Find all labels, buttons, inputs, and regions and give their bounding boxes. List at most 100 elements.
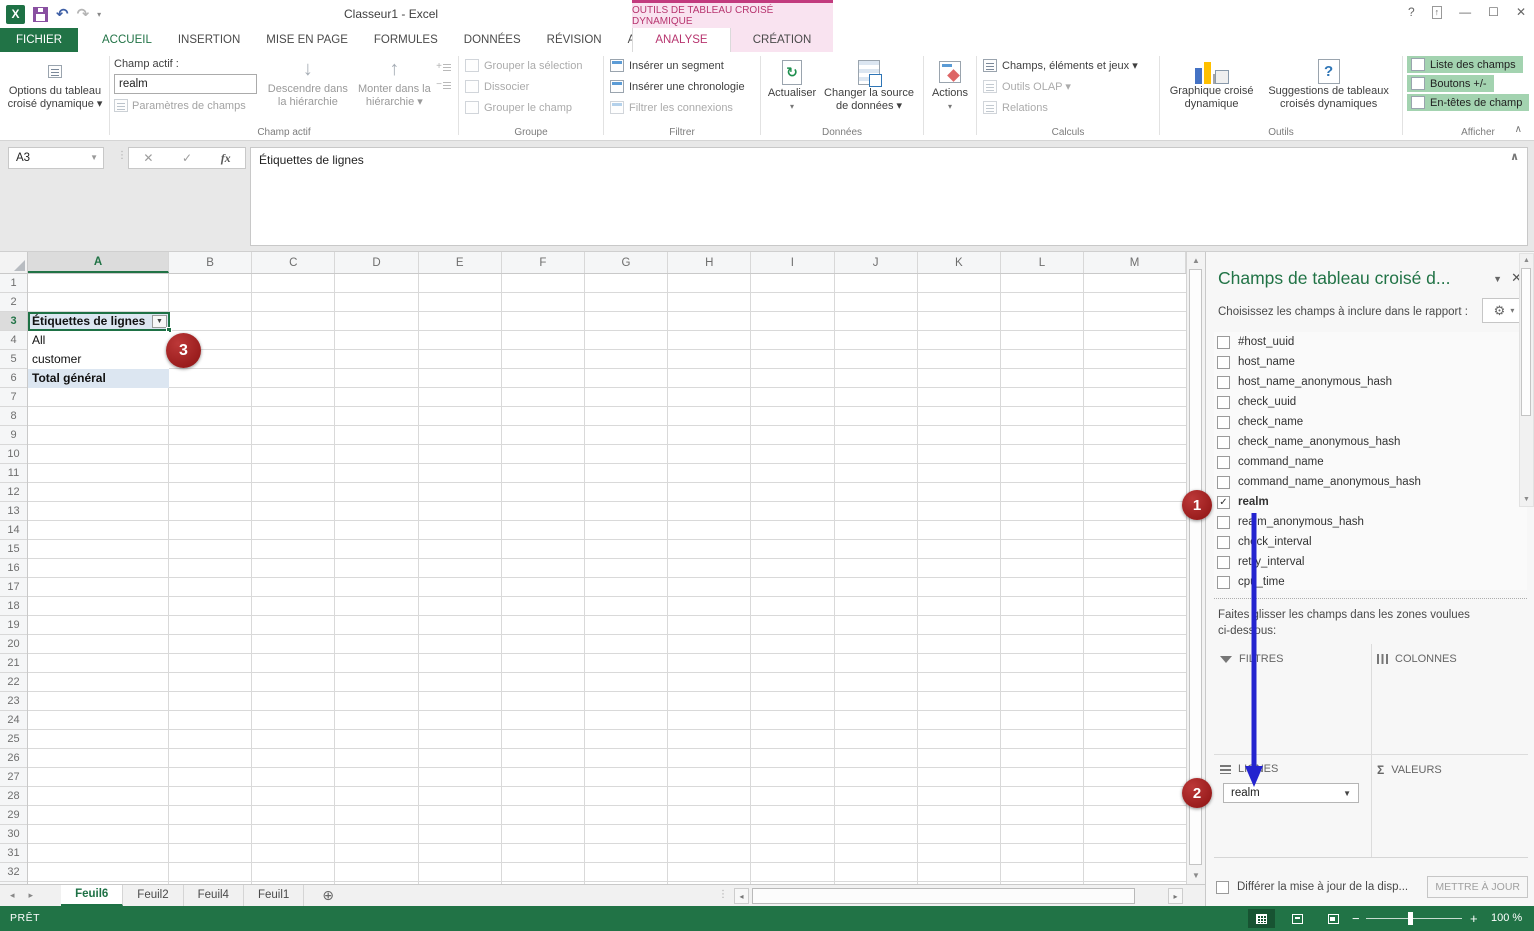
field-row[interactable]: check_name xyxy=(1214,412,1527,432)
columns-zone[interactable]: COLONNES xyxy=(1371,644,1528,754)
afficher-toggle[interactable]: Liste des champs xyxy=(1407,56,1523,73)
maximize-icon[interactable]: ☐ xyxy=(1488,5,1499,19)
row-header[interactable]: 20 xyxy=(0,635,27,654)
sheet-tab[interactable]: Feuil6 xyxy=(61,885,123,906)
field-checkbox[interactable] xyxy=(1217,576,1230,589)
field-row[interactable]: cpu_time xyxy=(1214,572,1527,590)
groupe-item[interactable]: Dissocier xyxy=(463,76,599,97)
tab-mise-en-page[interactable]: MISE EN PAGE xyxy=(253,28,361,52)
row-header[interactable]: 30 xyxy=(0,825,27,844)
help-icon[interactable]: ? xyxy=(1408,5,1415,19)
collapse-ribbon-icon[interactable]: ∧ xyxy=(1515,124,1522,135)
row-header[interactable]: 31 xyxy=(0,844,27,863)
select-all-corner[interactable] xyxy=(0,252,28,274)
field-checkbox[interactable]: ✓ xyxy=(1217,496,1230,509)
horizontal-scroll-thumb[interactable] xyxy=(752,888,1135,904)
field-checkbox[interactable] xyxy=(1217,396,1230,409)
defer-checkbox[interactable] xyxy=(1216,881,1229,894)
update-button[interactable]: METTRE À JOUR xyxy=(1427,876,1528,898)
column-header[interactable]: J xyxy=(835,252,918,273)
row-header[interactable]: 15 xyxy=(0,540,27,559)
actions-button[interactable]: Actions ▾ xyxy=(928,55,972,113)
undo-icon[interactable]: ↶ xyxy=(56,5,69,23)
field-row[interactable]: host_name xyxy=(1214,352,1527,372)
row-header[interactable]: 6 xyxy=(0,369,27,388)
cell-a6-grand-total[interactable]: Total général xyxy=(28,369,169,388)
row-header[interactable]: 3 xyxy=(0,312,27,331)
cell-a3-row-labels[interactable]: Étiquettes de lignes ▼ xyxy=(28,312,170,331)
formula-bar-input[interactable]: Étiquettes de lignes ∧ xyxy=(250,147,1528,246)
groupe-item[interactable]: Grouper le champ xyxy=(463,97,599,118)
afficher-toggle[interactable]: En-têtes de champ xyxy=(1407,94,1529,111)
zoom-level[interactable]: 100 % xyxy=(1491,906,1522,931)
pivot-options-button[interactable]: Options du tableau croisé dynamique ▾ xyxy=(5,55,105,111)
column-headers[interactable]: ABCDEFGHIJKLM xyxy=(28,252,1186,274)
name-box-splitter[interactable]: ⋮ xyxy=(117,150,127,161)
cell-a4[interactable]: All xyxy=(28,331,169,350)
scroll-right-icon[interactable]: ▸ xyxy=(1168,888,1183,904)
row-header[interactable]: 26 xyxy=(0,749,27,768)
column-header[interactable]: D xyxy=(335,252,418,273)
row-header[interactable]: 32 xyxy=(0,863,27,882)
filtrer-item[interactable]: Insérer un segment xyxy=(608,55,756,76)
sheet-nav-left-icon[interactable]: ◂ xyxy=(10,890,15,901)
row-header[interactable]: 1 xyxy=(0,274,27,293)
close-icon[interactable]: ✕ xyxy=(1516,5,1526,19)
fields-scroll-up-icon[interactable]: ▲ xyxy=(1520,257,1533,264)
field-checkbox[interactable] xyxy=(1217,356,1230,369)
row-header[interactable]: 17 xyxy=(0,578,27,597)
formula-bar-collapse-icon[interactable]: ∧ xyxy=(1510,150,1519,163)
page-break-view-button[interactable] xyxy=(1320,909,1347,928)
row-headers[interactable]: 1234567891011121314151617181920212223242… xyxy=(0,274,28,884)
zoom-slider-thumb[interactable] xyxy=(1408,912,1413,925)
column-header[interactable]: E xyxy=(419,252,502,273)
row-header[interactable]: 7 xyxy=(0,388,27,407)
row-header[interactable]: 29 xyxy=(0,806,27,825)
row-header[interactable]: 13 xyxy=(0,502,27,521)
row-header[interactable]: 12 xyxy=(0,483,27,502)
fields-scroll-down-icon[interactable]: ▼ xyxy=(1520,496,1533,503)
sheet-tab[interactable]: Feuil4 xyxy=(184,885,244,906)
filtrer-item[interactable]: Insérer une chronologie xyxy=(608,76,756,97)
insert-function-icon[interactable]: fx xyxy=(221,151,231,166)
field-checkbox[interactable] xyxy=(1217,476,1230,489)
pane-options-caret-icon[interactable]: ▼ xyxy=(1493,274,1502,284)
new-sheet-icon[interactable]: ⊕ xyxy=(322,885,334,906)
actualiser-button[interactable]: ↻ Actualiser ▾ xyxy=(765,55,819,113)
rows-zone[interactable]: LIGNES realm ▼ xyxy=(1214,754,1371,864)
column-header[interactable]: I xyxy=(751,252,834,273)
calculs-item[interactable]: Outils OLAP ▾ xyxy=(981,76,1155,97)
field-row[interactable]: host_name_anonymous_hash xyxy=(1214,372,1527,392)
save-icon[interactable] xyxy=(33,7,48,22)
tab-accueil[interactable]: ACCUEIL xyxy=(89,28,165,52)
scroll-up-icon[interactable]: ▲ xyxy=(1187,256,1205,265)
normal-view-button[interactable] xyxy=(1248,909,1275,928)
name-box[interactable]: A3 ▼ xyxy=(8,147,104,169)
field-checkbox[interactable] xyxy=(1217,436,1230,449)
field-row[interactable]: ✓ realm xyxy=(1214,492,1527,512)
calculs-item[interactable]: Relations xyxy=(981,97,1155,118)
filtrer-item[interactable]: Filtrer les connexions xyxy=(608,97,756,118)
graphique-croise-button[interactable]: Graphique croisé dynamique xyxy=(1164,55,1259,123)
field-checkbox[interactable] xyxy=(1217,556,1230,569)
expand-field-button[interactable]: + xyxy=(436,61,454,73)
champ-actif-input[interactable] xyxy=(114,74,257,94)
row-header[interactable]: 2 xyxy=(0,293,27,312)
column-header[interactable]: H xyxy=(668,252,751,273)
field-checkbox[interactable] xyxy=(1217,376,1230,389)
tab-analyse[interactable]: ANALYSE xyxy=(632,28,731,52)
qat-customize-icon[interactable]: ▾ xyxy=(97,10,101,19)
column-header[interactable]: A xyxy=(28,252,169,273)
tab-creation[interactable]: CRÉATION xyxy=(731,28,833,52)
field-checkbox[interactable] xyxy=(1217,336,1230,349)
cells-area[interactable]: Étiquettes de lignes ▼ All customer Tota… xyxy=(28,274,1186,884)
field-checkbox[interactable] xyxy=(1217,456,1230,469)
row-header[interactable]: 28 xyxy=(0,787,27,806)
row-header[interactable]: 23 xyxy=(0,692,27,711)
groupe-item[interactable]: Grouper la sélection xyxy=(463,55,599,76)
column-header[interactable]: L xyxy=(1001,252,1084,273)
row-header[interactable]: 24 xyxy=(0,711,27,730)
zoom-in-icon[interactable]: + xyxy=(1470,906,1478,931)
enter-icon[interactable]: ✓ xyxy=(182,151,192,165)
field-row[interactable]: retry_interval xyxy=(1214,552,1527,572)
